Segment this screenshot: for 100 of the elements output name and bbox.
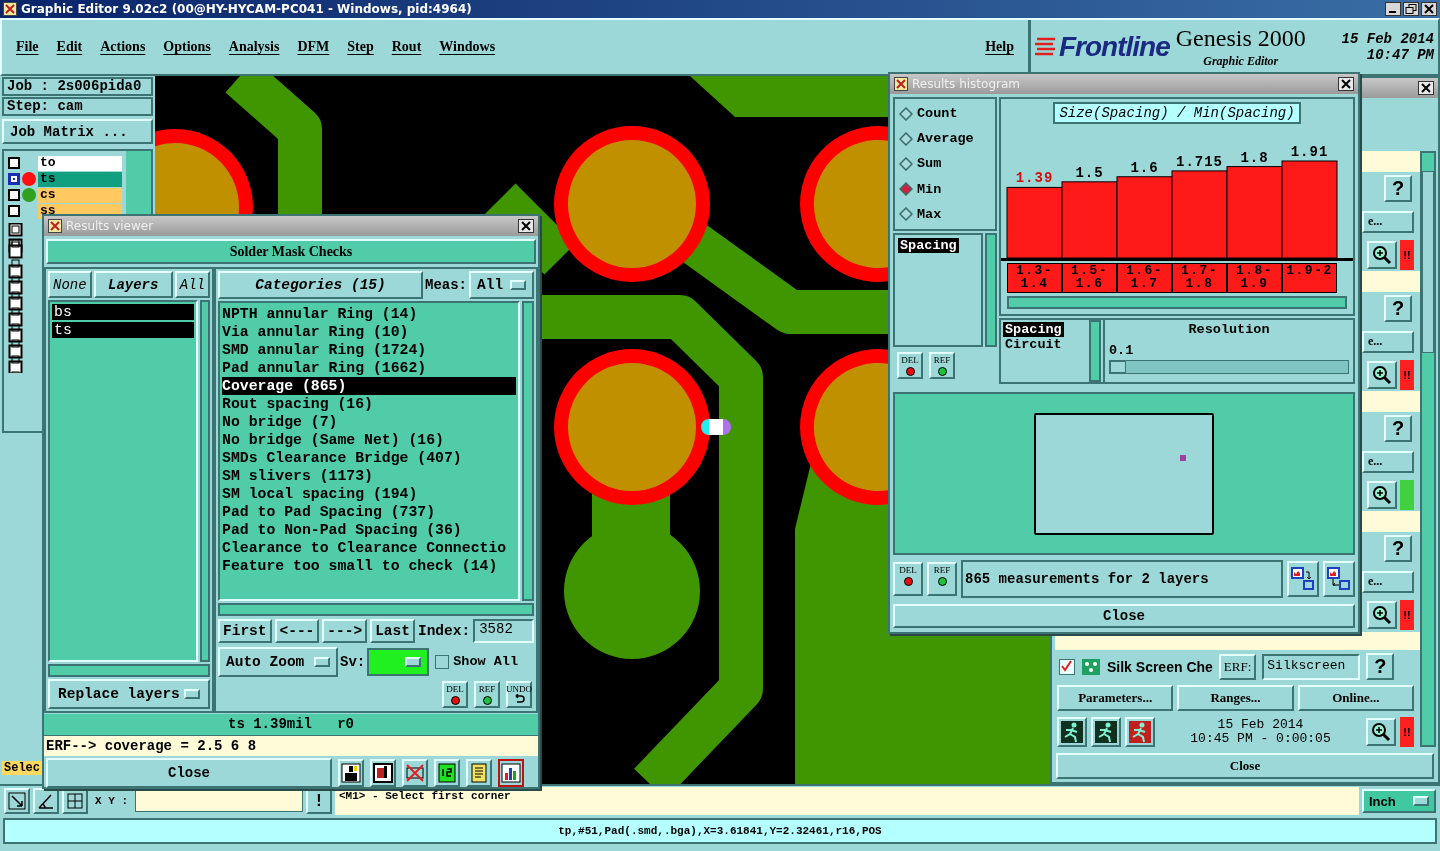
zoom-mode-dropdown[interactable]: Auto Zoom [218,646,338,677]
menu-item[interactable]: Options [163,39,211,55]
histogram-bar[interactable] [1061,181,1118,259]
action-button[interactable]: DEL [897,351,923,379]
units-dropdown[interactable]: Inch [1362,789,1436,813]
layer-filter-button[interactable]: Layers [93,271,173,298]
help-button[interactable]: ? [1384,415,1412,443]
mode-radio[interactable]: Average [899,131,991,147]
category-item[interactable]: SMD annular Ring (1724) [222,341,516,359]
measure-item[interactable]: Circuit [1003,337,1064,352]
category-item[interactable]: Via annular Ring (10) [222,323,516,341]
menu-item[interactable]: DFM [297,39,330,55]
scrollbar[interactable] [1089,320,1101,383]
layer-name[interactable]: ts [38,171,122,187]
index-field[interactable]: 3582 [473,618,534,643]
navigation-button[interactable]: First [218,618,272,643]
export-button[interactable] [1287,561,1319,598]
export-button[interactable] [1323,561,1355,598]
menu-item[interactable]: Analysis [228,39,280,55]
category-item[interactable]: No bridge (7) [222,413,516,431]
check-option-button[interactable]: Parameters... [1057,685,1174,712]
radio-icon[interactable] [899,207,913,222]
truncated-button[interactable]: e... [1362,450,1414,473]
close-icon[interactable] [1338,77,1354,91]
close-icon[interactable] [1418,80,1434,95]
layer-checkbox[interactable] [8,157,20,169]
menu-item[interactable]: Actions [100,39,146,55]
mode-radio[interactable]: Count [899,106,991,122]
run-button[interactable] [1057,717,1087,748]
layer-name[interactable]: cs [38,187,122,203]
category-item[interactable]: Pad to Pad Spacing (737) [222,503,516,521]
navigation-button[interactable]: Last [370,618,415,643]
close-icon[interactable] [1421,2,1437,16]
coordinates-field[interactable] [135,790,303,812]
restore-icon[interactable] [1403,2,1419,16]
close-icon[interactable] [518,219,534,233]
zoom-button[interactable] [1366,718,1396,747]
scrollbar[interactable] [48,664,210,677]
close-button[interactable]: Close [893,604,1355,628]
check-checkbox[interactable] [1059,658,1075,675]
histogram-bar[interactable] [1006,186,1063,259]
layer-item[interactable]: bs [52,304,194,320]
truncated-button[interactable]: e... [1362,570,1414,593]
help-menu[interactable]: Help [985,39,1014,55]
close-button[interactable]: Close [1056,753,1434,779]
help-button[interactable]: ? [1384,175,1412,203]
category-item[interactable]: NPTH annular Ring (14) [222,305,516,323]
zoom-button[interactable] [1367,360,1397,389]
sv-dropdown[interactable] [367,647,430,676]
categories-button[interactable]: Categories (15) [218,271,423,299]
menu-item[interactable]: Step [347,39,374,55]
category-item[interactable]: Clearance to Clearance Connectio [222,539,516,557]
mode-radio[interactable]: Sum [899,156,991,172]
check-option-button[interactable]: Online... [1297,685,1414,712]
menu-item[interactable]: Edit [56,39,83,55]
help-button[interactable]: ? [1366,653,1395,681]
menu-item[interactable]: Rout [391,39,422,55]
category-item[interactable]: Rout spacing (16) [222,395,516,413]
scrollbar[interactable] [1420,151,1436,748]
scrollbar[interactable] [218,603,534,616]
category-item[interactable]: Pad annular Ring (1662) [222,359,516,377]
histogram-bar[interactable] [1281,160,1338,259]
action-button[interactable]: REF [929,351,955,379]
scrollbar[interactable] [985,233,997,347]
histogram-bar[interactable] [1226,166,1283,259]
category-item[interactable]: Pad to Non-Pad Spacing (36) [222,521,516,539]
scrollbar[interactable] [1007,296,1347,309]
close-button[interactable]: Close [46,758,332,788]
zoom-button[interactable] [1367,600,1397,629]
action-button[interactable]: DEL [893,562,923,597]
tool-button[interactable] [498,759,524,787]
layer-checkbox[interactable] [8,189,20,201]
truncated-button[interactable]: e... [1362,210,1414,233]
histogram-bar[interactable] [1171,170,1228,259]
category-item[interactable]: Feature too small to check (14) [222,557,516,575]
minimize-icon[interactable] [1385,2,1401,16]
action-button[interactable]: UNDO [506,680,532,708]
action-button[interactable]: REF [927,562,957,597]
category-item[interactable]: Coverage (865) [222,377,516,395]
truncated-button[interactable]: e... [1362,330,1414,353]
radio-icon[interactable] [899,131,913,146]
layer-checkbox[interactable] [8,173,20,185]
help-button[interactable]: ? [1384,535,1412,563]
zoom-button[interactable] [1367,240,1397,269]
mode-radio[interactable]: Min [899,181,991,197]
measure-item[interactable]: Spacing [1003,322,1064,337]
layer-checkbox[interactable] [8,205,20,217]
erf-button[interactable]: ERF: [1218,653,1257,680]
radio-icon[interactable] [899,156,913,171]
mode-radio[interactable]: Max [899,206,991,222]
menu-item[interactable]: Windows [439,39,496,55]
job-matrix-button[interactable]: Job Matrix ... [2,119,153,144]
scrollbar[interactable] [200,300,210,662]
menu-item[interactable]: File [16,39,39,55]
attribute-item[interactable]: Spacing [898,238,959,253]
action-button[interactable]: REF [474,680,500,708]
radio-icon[interactable] [899,106,913,121]
category-item[interactable]: SM slivers (1173) [222,467,516,485]
run-button[interactable] [1091,717,1121,748]
layer-item[interactable]: ts [52,322,194,338]
